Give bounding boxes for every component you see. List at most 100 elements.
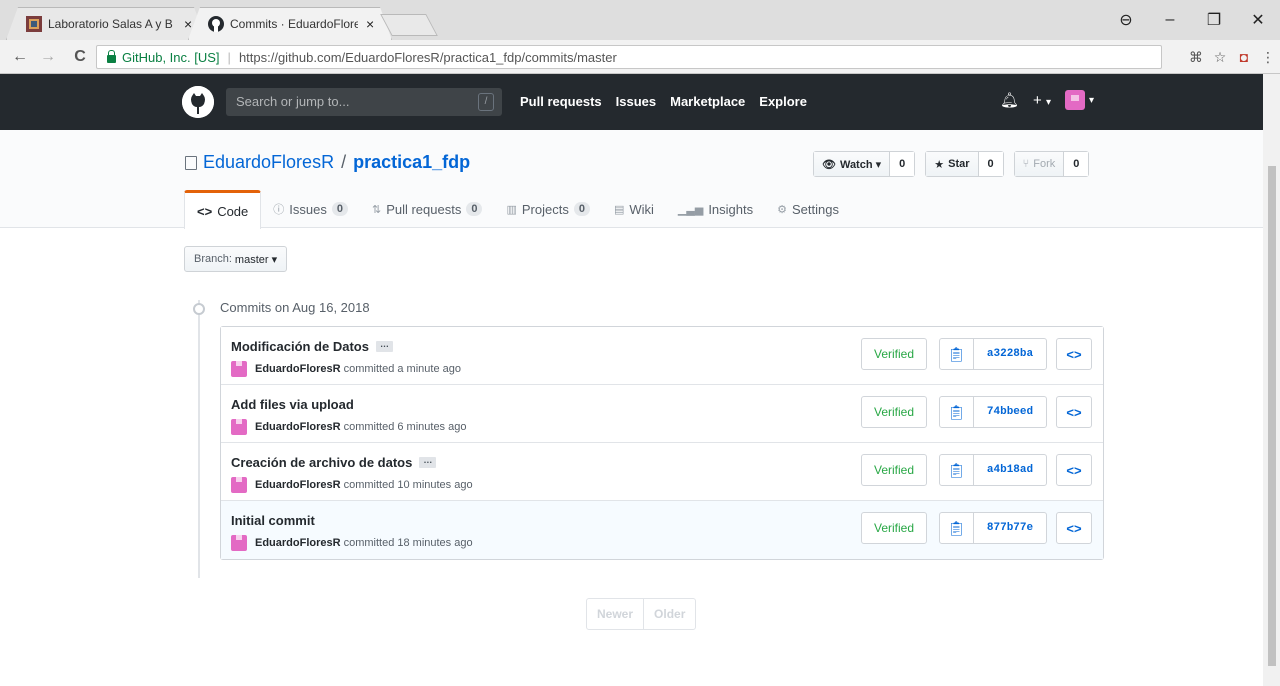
- sha-button-group: 📋︎ 877b77e: [939, 512, 1047, 544]
- bookmark-star-icon[interactable]: ☆: [1208, 49, 1232, 66]
- tab-issues[interactable]: ⓘ Issues 0: [261, 190, 360, 228]
- fork-count[interactable]: 0: [1064, 152, 1089, 176]
- verified-badge[interactable]: Verified: [861, 396, 927, 428]
- commit-title-link[interactable]: Creación de archivo de datos: [231, 455, 412, 470]
- git-commit-icon: [193, 303, 205, 315]
- browser-tab-laboratorio[interactable]: Laboratorio Salas A y B ×: [6, 7, 206, 40]
- tab-label: Wiki: [629, 201, 654, 217]
- newer-button[interactable]: Newer: [587, 599, 645, 629]
- copy-sha-clipboard-icon[interactable]: 📋︎: [940, 513, 974, 543]
- nav-pull-requests[interactable]: Pull requests: [520, 94, 602, 109]
- verified-badge[interactable]: Verified: [861, 338, 927, 370]
- back-button[interactable]: ←: [8, 48, 32, 66]
- timeline-line: [198, 300, 200, 578]
- commit-meta: EduardoFloresR committed 6 minutes ago: [231, 419, 466, 435]
- star-count[interactable]: 0: [978, 152, 1003, 176]
- code-icon: <>: [197, 203, 213, 219]
- search-input[interactable]: Search or jump to... /: [226, 88, 502, 116]
- verified-badge[interactable]: Verified: [861, 512, 927, 544]
- commit-sha-link[interactable]: a4b18ad: [974, 455, 1046, 485]
- notifications-bell-icon[interactable]: 🔔︎: [1000, 91, 1019, 109]
- fork-button[interactable]: ⑂ Fork: [1014, 152, 1065, 176]
- tab-code[interactable]: <> Code: [184, 190, 262, 229]
- menu-kebab-icon[interactable]: ⋮: [1256, 49, 1280, 66]
- commit-meta: EduardoFloresR committed a minute ago: [231, 361, 461, 377]
- avatar[interactable]: [231, 419, 247, 435]
- commit-sha-link[interactable]: 74bbeed: [974, 397, 1046, 427]
- copy-sha-clipboard-icon[interactable]: 📋︎: [940, 397, 974, 427]
- commit-sha-link[interactable]: 877b77e: [974, 513, 1046, 543]
- forward-button[interactable]: →: [36, 48, 60, 66]
- repo-name-link[interactable]: practica1_fdp: [353, 152, 470, 173]
- star-button[interactable]: ★ Star: [926, 152, 979, 176]
- commit-author-link[interactable]: EduardoFloresR: [255, 363, 341, 375]
- browse-repo-at-commit-button[interactable]: <>: [1056, 338, 1092, 370]
- chevron-down-icon[interactable]: ▾: [1089, 95, 1094, 106]
- commit-author-link[interactable]: EduardoFloresR: [255, 421, 341, 433]
- commit-title-link[interactable]: Modificación de Datos: [231, 339, 369, 354]
- nav-explore[interactable]: Explore: [759, 94, 807, 109]
- commit-title-link[interactable]: Initial commit: [231, 513, 315, 528]
- search-placeholder: Search or jump to...: [236, 94, 350, 109]
- page-scrollbar[interactable]: [1263, 74, 1280, 686]
- browse-repo-at-commit-button[interactable]: <>: [1056, 512, 1092, 544]
- tab-label: Projects: [521, 201, 569, 217]
- nav-marketplace[interactable]: Marketplace: [670, 94, 745, 109]
- close-window-button[interactable]: ✕: [1236, 10, 1280, 30]
- header-actions: 🔔︎ + ▾ ▾: [1000, 90, 1094, 110]
- browser-tab-commits[interactable]: Commits · EduardoFlores ×: [188, 7, 392, 40]
- address-bar[interactable]: GitHub, Inc. [US] | https://github.com/E…: [96, 45, 1162, 69]
- expand-message-button[interactable]: …: [419, 456, 437, 468]
- close-tab-icon[interactable]: ×: [366, 16, 374, 32]
- reload-button[interactable]: C: [68, 48, 92, 66]
- restore-button[interactable]: ❐: [1192, 10, 1236, 30]
- tab-title: Laboratorio Salas A y B: [48, 16, 173, 31]
- avatar[interactable]: [231, 477, 247, 493]
- github-logo-icon[interactable]: [182, 86, 214, 118]
- tab-wiki[interactable]: ▤ Wiki: [602, 190, 666, 228]
- avatar[interactable]: [231, 361, 247, 377]
- watch-button[interactable]: 👁︎ Watch ▾: [814, 152, 891, 176]
- commit-author-link[interactable]: EduardoFloresR: [255, 537, 341, 549]
- create-new-button[interactable]: + ▾: [1033, 92, 1051, 109]
- tab-label: Issues: [289, 201, 327, 217]
- sha-button-group: 📋︎ 74bbeed: [939, 396, 1047, 428]
- commit-title-link[interactable]: Add files via upload: [231, 397, 354, 412]
- url-text[interactable]: https://github.com/EduardoFloresR/practi…: [239, 50, 617, 65]
- project-icon: ▥: [506, 203, 517, 216]
- sha-button-group: 📋︎ a4b18ad: [939, 454, 1047, 486]
- tab-projects[interactable]: ▥ Projects 0: [494, 190, 602, 228]
- copy-sha-clipboard-icon[interactable]: 📋︎: [940, 455, 974, 485]
- extension-shield-icon[interactable]: ◘: [1232, 49, 1256, 65]
- copy-sha-clipboard-icon[interactable]: 📋︎: [940, 339, 974, 369]
- path-separator: /: [341, 152, 347, 172]
- repo-owner-link[interactable]: EduardoFloresR: [203, 152, 334, 173]
- user-avatar[interactable]: [1065, 90, 1086, 110]
- scrollbar-thumb[interactable]: [1268, 166, 1276, 666]
- repo-nav: <> Code ⓘ Issues 0 ⇅ Pull requests 0 ▥ P…: [184, 190, 851, 229]
- browse-repo-at-commit-button[interactable]: <>: [1056, 454, 1092, 486]
- translate-icon[interactable]: ⌘: [1184, 49, 1208, 66]
- profile-icon[interactable]: ⊖: [1104, 10, 1148, 30]
- watch-button-group: 👁︎ Watch ▾ 0: [813, 151, 916, 177]
- expand-message-button[interactable]: …: [375, 340, 393, 352]
- commit-author-link[interactable]: EduardoFloresR: [255, 479, 341, 491]
- gear-icon: ⚙: [777, 203, 787, 216]
- commit-meta: EduardoFloresR committed 18 minutes ago: [231, 535, 473, 551]
- commit-group-title: Commits on Aug 16, 2018: [220, 300, 370, 315]
- nav-issues[interactable]: Issues: [616, 94, 656, 109]
- tab-pull-requests[interactable]: ⇅ Pull requests 0: [360, 190, 495, 228]
- older-button[interactable]: Older: [644, 599, 695, 629]
- commit-row: Creación de archivo de datos … EduardoFl…: [221, 443, 1103, 501]
- tab-insights[interactable]: ▁▃▅ Insights: [666, 190, 765, 228]
- tab-settings[interactable]: ⚙ Settings: [765, 190, 851, 228]
- secure-label: GitHub, Inc. [US]: [122, 49, 220, 65]
- verified-badge[interactable]: Verified: [861, 454, 927, 486]
- watch-count[interactable]: 0: [890, 152, 915, 176]
- avatar[interactable]: [231, 535, 247, 551]
- branch-select-button[interactable]: Branch: master ▾: [184, 246, 288, 272]
- commit-sha-link[interactable]: a3228ba: [974, 339, 1046, 369]
- minimize-button[interactable]: –: [1148, 11, 1192, 29]
- browse-repo-at-commit-button[interactable]: <>: [1056, 396, 1092, 428]
- commit-time: committed 10 minutes ago: [343, 479, 473, 491]
